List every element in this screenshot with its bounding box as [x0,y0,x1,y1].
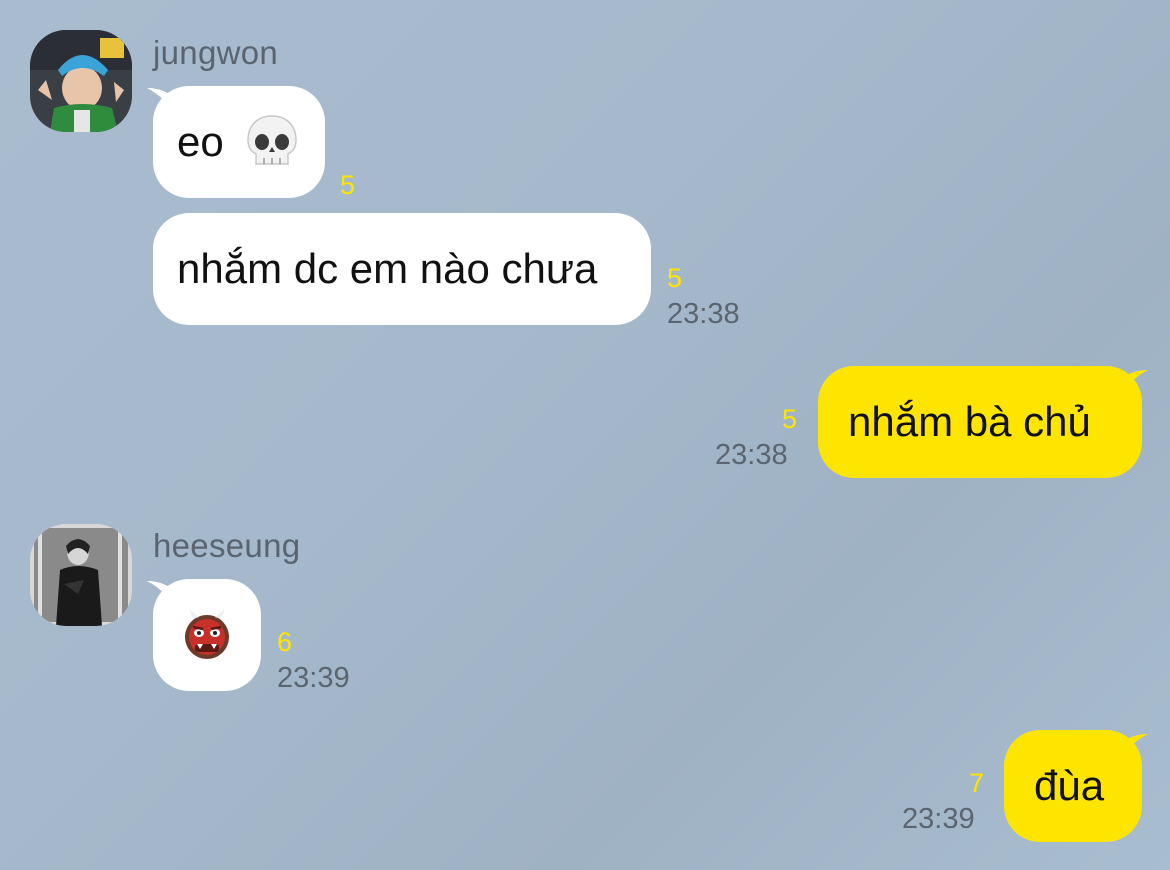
skull-emoji-icon [246,114,298,170]
message-text: đùa [1034,762,1105,809]
message-bubble[interactable]: nhắm bà chủ [818,366,1142,478]
unread-count: 6 [277,627,293,657]
sender-name: heeseung [153,527,301,564]
message-bubble[interactable] [153,579,261,691]
sender-name: jungwon [153,34,279,71]
avatar-heeseung[interactable] [30,524,132,626]
message-time: 23:39 [902,803,975,835]
unread-count: 7 [969,768,985,798]
chat-area[interactable]: jungwon eo 5 nhắm dc em nào chưa 5 23:38… [0,0,1170,870]
message-bubble[interactable]: nhắm dc em nào chưa [153,213,651,325]
unread-count: 5 [667,263,683,293]
unread-count: 5 [782,404,798,434]
message-bubble[interactable]: eo [153,86,325,198]
ogre-emoji-icon [179,607,235,663]
message-time: 23:39 [277,662,350,694]
message-bubble[interactable]: đùa [1004,730,1142,842]
message-time: 23:38 [715,439,788,471]
message-text: nhắm bà chủ [848,398,1091,445]
message-time: 23:38 [667,298,740,330]
message-text: eo [177,118,224,165]
avatar-jungwon[interactable] [30,30,132,132]
unread-count: 5 [340,170,356,200]
message-text: nhắm dc em nào chưa [177,245,598,292]
